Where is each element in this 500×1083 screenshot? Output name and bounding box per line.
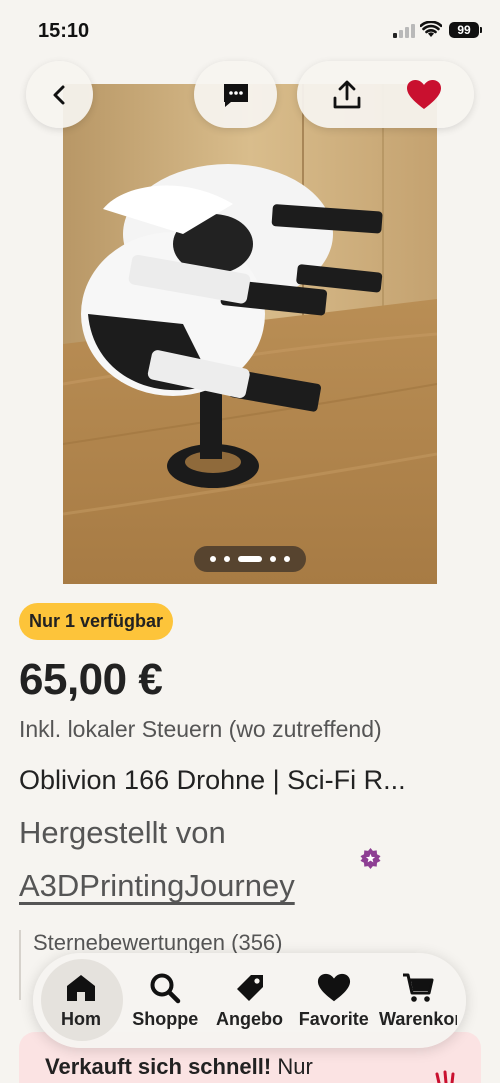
- search-icon: [150, 973, 181, 1004]
- made-by-label: Hergestellt von: [19, 815, 226, 850]
- back-arrow-icon: [53, 85, 64, 104]
- pager-dot[interactable]: [224, 556, 230, 562]
- tax-note: Inkl. lokaler Steuern (wo zutreffend): [19, 716, 382, 742]
- signal-icon: [393, 24, 415, 38]
- home-icon: [67, 975, 95, 1001]
- status-time: 15:10: [38, 20, 90, 42]
- gallery-pager: [194, 546, 306, 572]
- drone-photo: [63, 84, 437, 584]
- tab-label: Angebo: [216, 1009, 283, 1029]
- star-seller-icon: [360, 848, 381, 869]
- back-button[interactable]: [26, 61, 93, 128]
- price: 65,00 €: [19, 655, 163, 704]
- battery-indicator: 99: [449, 22, 482, 38]
- bottom-tab-bar: Hom Shoppe Angebo Favorite Warenkor: [33, 953, 466, 1048]
- share-button[interactable]: [322, 70, 372, 120]
- heart-icon: [317, 973, 350, 1002]
- action-pill: [297, 61, 474, 128]
- favorite-button[interactable]: [399, 70, 449, 120]
- tab-label: Shoppe: [132, 1009, 199, 1029]
- tab-home[interactable]: Hom: [41, 953, 123, 1048]
- tab-label: Favorite: [298, 1009, 369, 1029]
- cart-icon: [403, 973, 434, 1002]
- message-icon: [223, 83, 248, 107]
- pager-dot[interactable]: [210, 556, 216, 562]
- pager-dot-active[interactable]: [238, 556, 262, 562]
- status-bar: 15:10 99: [0, 0, 500, 60]
- fast-selling-icon: [435, 1070, 455, 1083]
- tab-label: Hom: [61, 1009, 101, 1029]
- availability-badge: Nur 1 verfügbar: [19, 603, 174, 640]
- promo-text: Verkauft sich schnell! Nur: [45, 1054, 455, 1080]
- product-image[interactable]: [63, 84, 437, 584]
- share-icon: [333, 80, 361, 108]
- pager-dot[interactable]: [284, 556, 290, 562]
- listing-title[interactable]: Oblivion 166 Drohne | Sci-Fi R...: [19, 765, 406, 796]
- tab-cart[interactable]: Warenkor: [378, 953, 458, 1048]
- pager-dot[interactable]: [270, 556, 276, 562]
- message-seller-button[interactable]: [194, 61, 277, 128]
- tab-shop[interactable]: Shoppe: [125, 953, 205, 1048]
- tab-favorites[interactable]: Favorite: [294, 953, 374, 1048]
- promo-rest: Nur: [271, 1054, 313, 1079]
- heart-icon: [406, 79, 441, 109]
- wifi-icon: [420, 21, 442, 37]
- tab-label: Warenkor: [379, 1009, 457, 1029]
- tag-icon: [236, 975, 263, 1001]
- tab-deals[interactable]: Angebo: [210, 953, 290, 1048]
- promo-bold: Verkauft sich schnell!: [45, 1054, 272, 1079]
- shop-name-link[interactable]: A3DPrintingJourney: [19, 868, 295, 904]
